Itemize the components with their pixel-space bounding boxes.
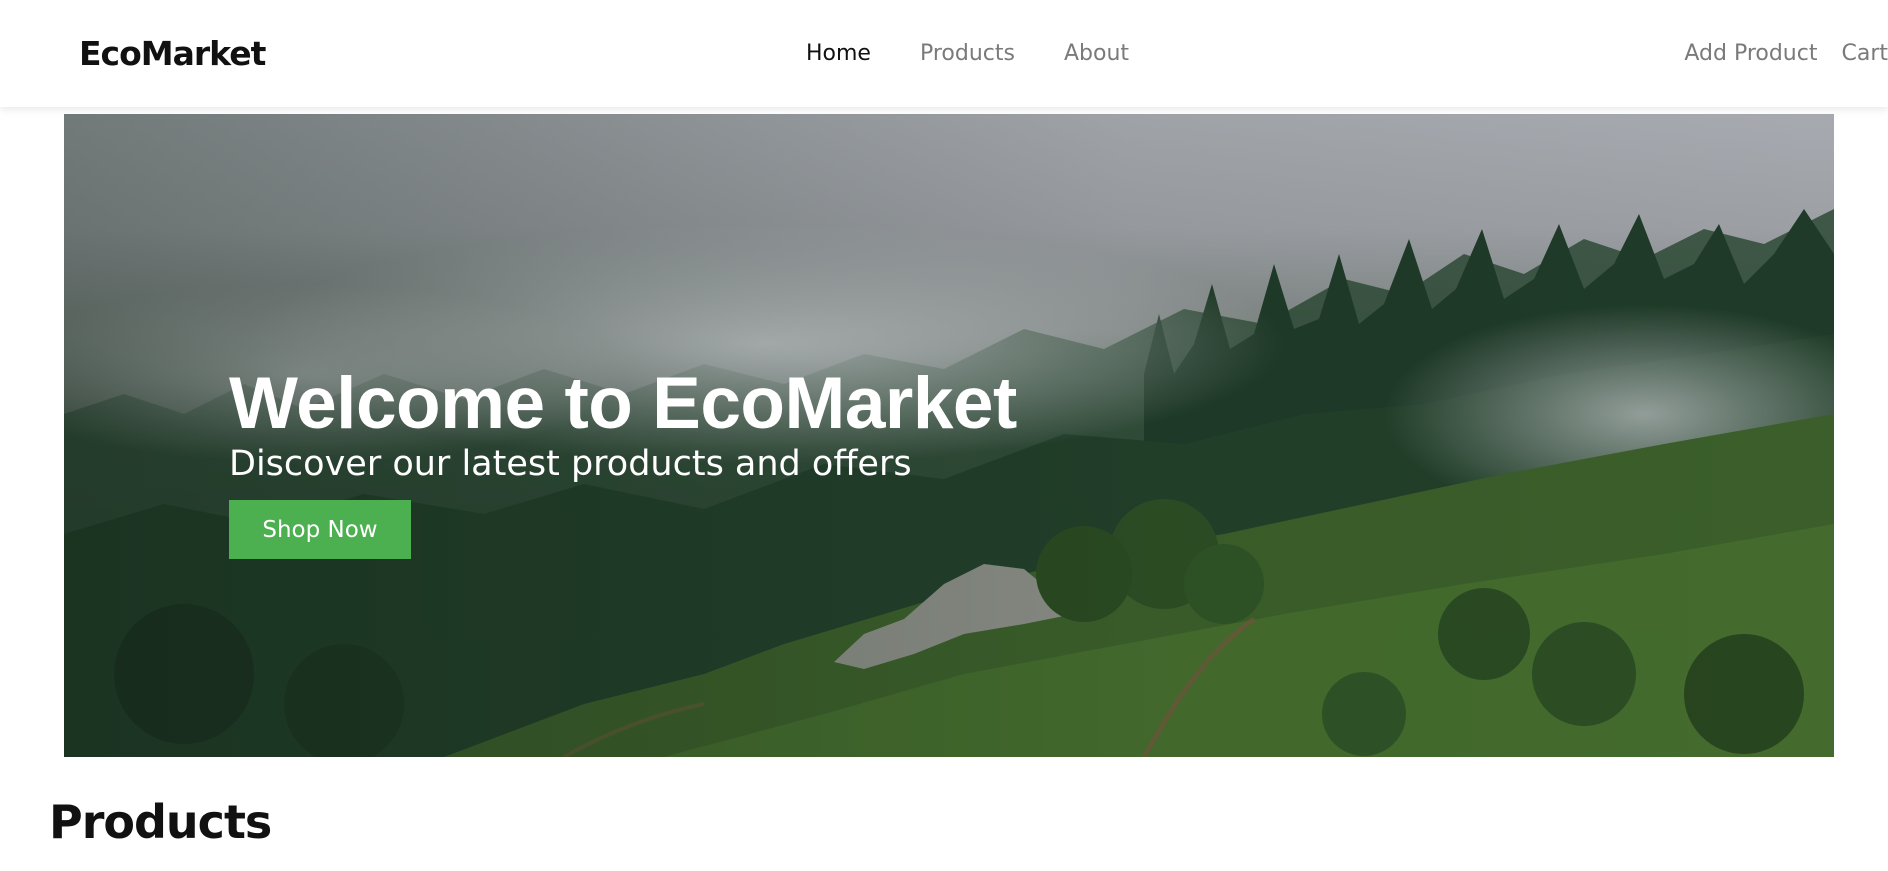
nav-link-cart[interactable]: Cart bbox=[1841, 41, 1888, 66]
nav-link-about[interactable]: About bbox=[1064, 41, 1129, 66]
main-nav: Home Products About bbox=[806, 41, 1129, 66]
products-section-title: Products bbox=[49, 795, 272, 849]
hero-title: Welcome to EcoMarket bbox=[229, 363, 1017, 444]
nav-link-home[interactable]: Home bbox=[806, 41, 871, 66]
user-nav: Add Product Cart bbox=[1684, 41, 1888, 66]
shop-now-button[interactable]: Shop Now bbox=[229, 500, 411, 559]
hero-subtitle: Discover our latest products and offers bbox=[229, 444, 912, 484]
brand-logo[interactable]: EcoMarket bbox=[79, 34, 266, 73]
hero-banner: Welcome to EcoMarket Discover our latest… bbox=[64, 114, 1834, 757]
nav-link-add-product[interactable]: Add Product bbox=[1684, 41, 1817, 66]
navbar: EcoMarket Home Products About Add Produc… bbox=[0, 0, 1888, 107]
nav-link-products[interactable]: Products bbox=[920, 41, 1015, 66]
